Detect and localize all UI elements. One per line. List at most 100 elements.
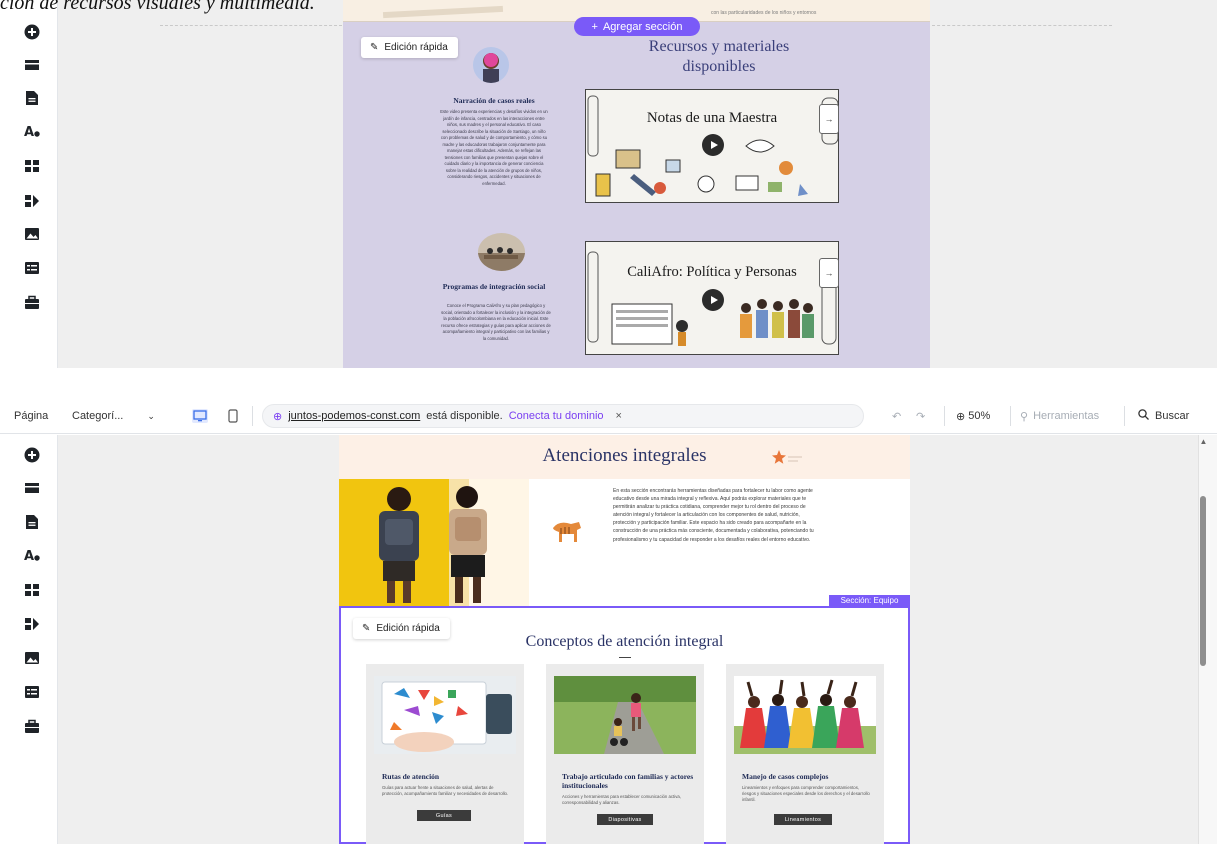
- arrow-right-icon[interactable]: →: [819, 258, 839, 288]
- scroll-thumb[interactable]: [1200, 496, 1206, 666]
- section-badge[interactable]: Sección: Equipo: [829, 595, 910, 606]
- add-section-button[interactable]: + Agregar sección: [574, 17, 700, 36]
- avatar-classroom: [478, 233, 525, 271]
- guides-button[interactable]: Guías: [417, 810, 471, 821]
- site-page-integral-care: Atenciones integrales En esta sección en…: [339, 435, 910, 844]
- media-icon[interactable]: [24, 650, 40, 666]
- pages-icon[interactable]: [24, 90, 40, 106]
- search-icon: [1138, 409, 1149, 423]
- hero-title: Atenciones integrales: [542, 445, 707, 466]
- card-body: Lineamientos y enfoques para comprender …: [742, 785, 870, 803]
- section-guide-right: [932, 25, 1112, 26]
- close-icon[interactable]: ×: [616, 410, 622, 422]
- zoom-control[interactable]: ⊕ 50%: [956, 398, 990, 434]
- business-apps-icon[interactable]: [24, 616, 40, 632]
- column-title: Narración de casos reales: [453, 96, 535, 105]
- hero-description: En esta sección encontrarás herramientas…: [613, 488, 814, 543]
- card-body: Guías para actuar frente a situaciones d…: [382, 785, 509, 797]
- zoom-icon: ⊕: [956, 410, 966, 423]
- video-player[interactable]: CaliAfro: Política y Personas: [585, 241, 839, 355]
- pencil-icon: ✎: [362, 623, 371, 634]
- card-image-superheroes: [734, 676, 876, 754]
- apps-icon[interactable]: [24, 582, 40, 598]
- chevron-down-icon: ⌄: [147, 410, 155, 421]
- play-icon[interactable]: [702, 134, 724, 156]
- sections-icon[interactable]: [24, 57, 40, 73]
- editor-view-bottom: Página Categorí... ⌄ ⊕ juntos-podemos-co…: [0, 398, 1217, 844]
- video-title: Notas de una Maestra: [646, 110, 778, 126]
- divider: [944, 406, 945, 426]
- card-body: Acciones y herramientas para establecer …: [562, 794, 681, 806]
- card-image-family: [554, 676, 696, 754]
- tools-icon: ⚲: [1020, 410, 1029, 423]
- page-label: Página: [14, 410, 49, 422]
- video-player[interactable]: Notas de una Maestra: [585, 89, 839, 203]
- document-caption: ción de recursos visuales y multimedia.: [0, 0, 315, 14]
- connect-domain-link[interactable]: Conecta tu dominio: [509, 410, 604, 422]
- left-tool-rail: A: [0, 0, 58, 368]
- portfolio-icon[interactable]: [24, 719, 40, 735]
- page-selector[interactable]: Categorí... ⌄: [72, 398, 155, 434]
- globe-icon: ⊕: [273, 410, 283, 423]
- card-image-tangram: [374, 676, 516, 754]
- apps-icon[interactable]: [24, 158, 40, 174]
- tiger-illustration: [553, 522, 581, 542]
- video-title: CaliAfro: Política y Personas: [627, 264, 797, 280]
- quick-edit-button[interactable]: ✎ Edición rápida: [361, 37, 458, 58]
- arrow-right-icon[interactable]: →: [819, 104, 839, 134]
- undo-icon[interactable]: ↶: [892, 398, 901, 434]
- domain-banner: ⊕ juntos-podemos-const.com está disponib…: [262, 404, 864, 428]
- strip-text: con las particularidades de los niños y …: [711, 10, 817, 16]
- domain-status: está disponible.: [426, 410, 503, 422]
- section-guide-left: [160, 25, 342, 26]
- divider: [1124, 406, 1125, 426]
- card-title: Rutas de atención: [382, 772, 440, 781]
- add-section-label: Agregar sección: [602, 20, 683, 33]
- sections-icon[interactable]: [24, 480, 40, 496]
- business-apps-icon[interactable]: [24, 193, 40, 209]
- quick-edit-label: Edición rápida: [384, 42, 448, 53]
- team-section[interactable]: ✎ Edición rápida Conceptos de atención i…: [339, 606, 910, 844]
- resources-title: Recursos y materiales disponibles: [648, 38, 790, 75]
- theme-icon[interactable]: A: [24, 123, 40, 139]
- tools-label: Herramientas: [1033, 410, 1100, 422]
- mobile-view-icon[interactable]: [228, 398, 238, 434]
- pencil-icon: ✎: [370, 42, 379, 53]
- concept-card[interactable]: Manejo de casos complejos Lineamientos y…: [726, 664, 884, 844]
- divider: [1010, 406, 1011, 426]
- decorative-stroke: [382, 5, 504, 19]
- cms-icon[interactable]: [24, 260, 40, 276]
- search-label: Buscar: [1155, 410, 1190, 422]
- card-title: Trabajo articulado con familias y actore…: [562, 772, 694, 790]
- plus-icon: +: [591, 20, 598, 33]
- divider: [252, 406, 253, 426]
- concept-card[interactable]: Trabajo articulado con familias y actore…: [546, 664, 704, 844]
- vertical-scrollbar[interactable]: ▲: [1198, 435, 1217, 844]
- theme-icon[interactable]: A: [24, 547, 40, 563]
- desktop-view-icon[interactable]: [192, 398, 208, 434]
- media-icon[interactable]: [24, 226, 40, 242]
- play-icon[interactable]: [702, 289, 724, 311]
- tools-button[interactable]: ⚲ Herramientas: [1020, 398, 1099, 434]
- avatar-child: [473, 47, 509, 83]
- scroll-up-icon[interactable]: ▲: [1199, 437, 1208, 446]
- domain-link[interactable]: juntos-podemos-const.com: [288, 410, 420, 422]
- svg-text:A: A: [24, 549, 34, 563]
- quick-edit-label: Edición rápida: [376, 623, 440, 634]
- add-icon[interactable]: [24, 24, 40, 40]
- pages-icon[interactable]: [24, 514, 40, 530]
- zoom-value: 50%: [968, 410, 991, 422]
- portfolio-icon[interactable]: [24, 295, 40, 311]
- cms-icon[interactable]: [24, 684, 40, 700]
- redo-icon[interactable]: ↷: [916, 398, 925, 434]
- quick-edit-button[interactable]: ✎ Edición rápida: [353, 618, 450, 639]
- hero-image-children: [339, 479, 529, 606]
- search-button[interactable]: Buscar: [1138, 398, 1189, 434]
- slides-button[interactable]: Diapositivas: [597, 814, 653, 825]
- add-icon[interactable]: [24, 447, 40, 463]
- column-body: Conoce el Programa CaliAfro y su plan pe…: [441, 303, 551, 341]
- concept-card[interactable]: Rutas de atención Guías para actuar fren…: [366, 664, 524, 844]
- editor-top-bar: Página Categorí... ⌄ ⊕ juntos-podemos-co…: [0, 398, 1217, 434]
- guidelines-button[interactable]: Lineamientos: [774, 814, 832, 825]
- left-tool-rail: A: [0, 435, 58, 844]
